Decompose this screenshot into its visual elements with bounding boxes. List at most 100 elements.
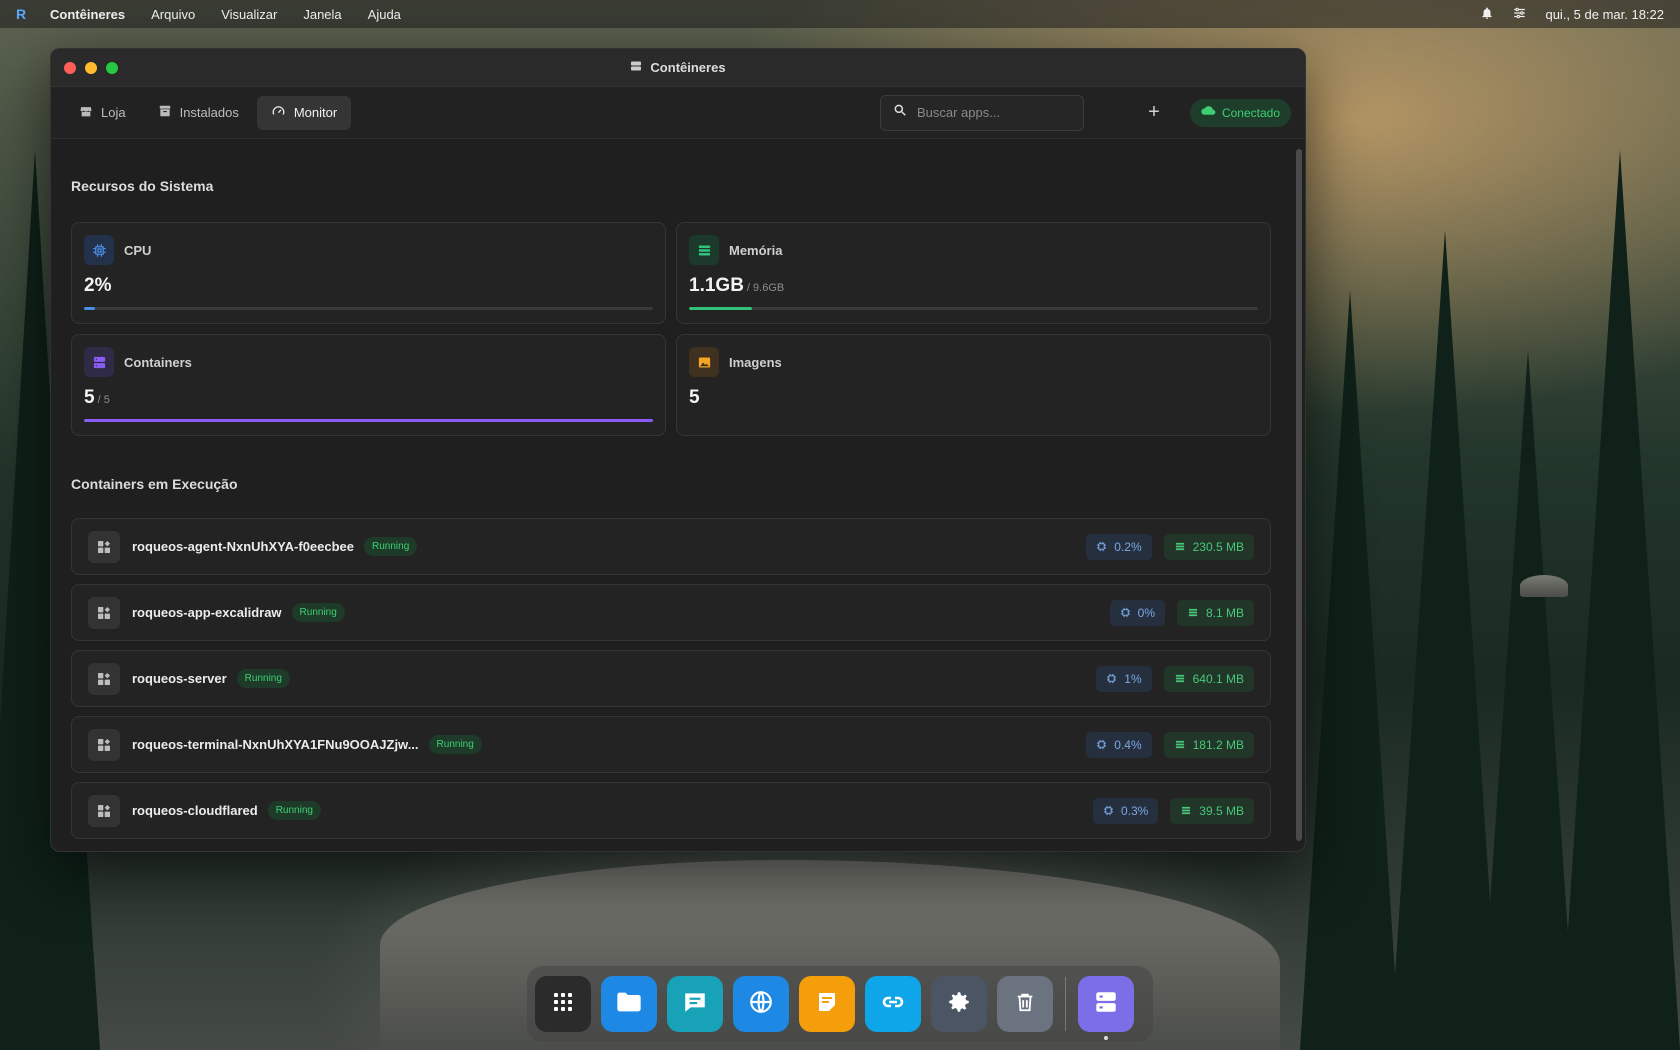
connection-status[interactable]: Conectado: [1189, 98, 1291, 127]
containers-card: Containers 5/ 5: [71, 334, 666, 436]
container-row[interactable]: roqueos-agent-NxnUhXYA-f0eecbee Running …: [71, 518, 1271, 575]
maximize-window-button[interactable]: [106, 61, 118, 74]
container-name: roqueos-agent-NxnUhXYA-f0eecbee: [132, 539, 355, 554]
title-bar[interactable]: Contêineres: [51, 49, 1305, 87]
menu-janela[interactable]: Janela: [303, 7, 341, 22]
cpu-icon: [1107, 673, 1117, 684]
dock-app-settings[interactable]: [931, 976, 987, 1032]
browser-icon: [748, 989, 774, 1020]
cpu-label: CPU: [124, 242, 152, 258]
container-memory-value: 640.1 MB: [1192, 671, 1244, 686]
cpu-icon: [1120, 607, 1130, 618]
images-card: Imagens 5: [676, 334, 1271, 436]
app-tiles-icon: [88, 794, 120, 827]
archive-icon: [158, 104, 172, 121]
dock-app-browser[interactable]: [733, 976, 789, 1032]
container-row[interactable]: roqueos-server Running 1% 640.1 MB: [71, 650, 1271, 707]
containers-window: Contêineres Loja Instalados Monitor Busc…: [50, 48, 1306, 852]
search-input[interactable]: [916, 105, 1067, 120]
trash-icon: [1014, 990, 1036, 1019]
gauge-icon: [271, 104, 286, 121]
tab-instalados[interactable]: Instalados: [144, 96, 253, 130]
menu-arquivo[interactable]: Arquivo: [151, 7, 195, 22]
container-memory: 230.5 MB: [1163, 533, 1254, 560]
cpu-icon: [1097, 541, 1107, 552]
menu-ajuda[interactable]: Ajuda: [368, 7, 401, 22]
container-memory-value: 230.5 MB: [1192, 539, 1244, 554]
memory-value: 1.1GB: [689, 275, 744, 296]
cpu-card: CPU 2%: [71, 222, 666, 324]
container-cpu: 0.2%: [1086, 533, 1152, 560]
link-icon: [879, 990, 907, 1019]
container-memory: 181.2 MB: [1163, 731, 1254, 758]
menu-visualizar[interactable]: Visualizar: [221, 7, 277, 22]
cpu-icon: [84, 235, 114, 265]
window-title: Contêineres: [51, 60, 1305, 75]
cpu-progress-bar: [84, 307, 653, 310]
menu-app-name[interactable]: Contêineres: [50, 7, 125, 22]
sliders-icon[interactable]: [1512, 6, 1527, 23]
add-button[interactable]: +: [1140, 101, 1168, 124]
scrollbar[interactable]: [1296, 149, 1302, 841]
containers-icon: [84, 347, 114, 377]
container-memory: 8.1 MB: [1176, 599, 1254, 626]
memory-icon: [1188, 608, 1198, 617]
memory-icon: [689, 235, 719, 265]
dock-app-messages[interactable]: [667, 976, 723, 1032]
dock-app-link[interactable]: [865, 976, 921, 1032]
container-name: roqueos-cloudflared: [132, 803, 258, 818]
tab-monitor[interactable]: Monitor: [256, 95, 352, 130]
container-name: roqueos-app-excalidraw: [132, 605, 282, 620]
tab-loja[interactable]: Loja: [65, 96, 140, 130]
container-cpu: 0.3%: [1092, 797, 1159, 824]
cpu-icon: [1097, 739, 1107, 750]
dock-app-notes[interactable]: [799, 976, 855, 1032]
scrollbar-thumb[interactable]: [1296, 149, 1302, 841]
container-cpu-value: 0.3%: [1120, 803, 1149, 818]
containers-value: 5: [84, 387, 95, 408]
cpu-progress-fill: [84, 307, 96, 310]
containers-total: / 5: [97, 394, 110, 406]
section-title-running: Containers em Execução: [71, 476, 238, 492]
cloud-icon: [1201, 105, 1216, 120]
memory-icon: [1182, 806, 1191, 815]
memory-total: / 9.6GB: [746, 282, 785, 294]
system-logo-icon[interactable]: R: [16, 5, 34, 23]
container-memory: 640.1 MB: [1163, 665, 1254, 692]
container-cpu: 0%: [1109, 599, 1165, 626]
dock-separator: [1065, 977, 1066, 1031]
container-memory-value: 181.2 MB: [1192, 737, 1244, 752]
container-row[interactable]: roqueos-app-excalidraw Running 0% 8.1 MB: [71, 584, 1271, 641]
container-name: roqueos-server: [132, 671, 227, 686]
container-row[interactable]: roqueos-cloudflared Running 0.3% 39.5 MB: [71, 782, 1271, 839]
containers-progress-fill: [84, 419, 653, 422]
memory-icon: [1175, 740, 1184, 749]
dock-app-app-grid[interactable]: [535, 976, 591, 1032]
container-row[interactable]: roqueos-terminal-NxnUhXYA1FNu9OOAJZjw...…: [71, 716, 1271, 773]
memory-progress-fill: [689, 307, 752, 310]
status-badge: Running: [236, 669, 290, 688]
clock[interactable]: qui., 5 de mar. 18:22: [1545, 7, 1664, 22]
memory-progress-bar: [689, 307, 1258, 310]
status-badge: Running: [428, 735, 482, 754]
dock-app-files[interactable]: [601, 976, 657, 1032]
search-box[interactable]: [879, 94, 1084, 131]
monitor-content: Recursos do Sistema CPU 2% Memória 1.1GB…: [51, 140, 1291, 851]
app-grid-icon: [551, 990, 575, 1019]
running-indicator: [1104, 1036, 1108, 1040]
section-title-resources: Recursos do Sistema: [71, 178, 214, 194]
containers-label: Containers: [124, 354, 192, 370]
bell-icon[interactable]: [1480, 6, 1494, 23]
status-badge: Running: [291, 603, 345, 622]
resource-cards: CPU 2% Memória 1.1GB/ 9.6GB Containers 5…: [71, 222, 1271, 436]
dock-app-containers[interactable]: [1078, 976, 1134, 1040]
dock-app-trash[interactable]: [997, 976, 1053, 1032]
dock: [527, 966, 1153, 1042]
search-icon: [893, 103, 907, 122]
memory-icon: [1175, 674, 1184, 683]
app-tiles-icon: [88, 728, 120, 761]
minimize-window-button[interactable]: [85, 61, 97, 74]
server-icon: [630, 60, 642, 75]
memory-card: Memória 1.1GB/ 9.6GB: [676, 222, 1271, 324]
close-window-button[interactable]: [64, 61, 76, 74]
